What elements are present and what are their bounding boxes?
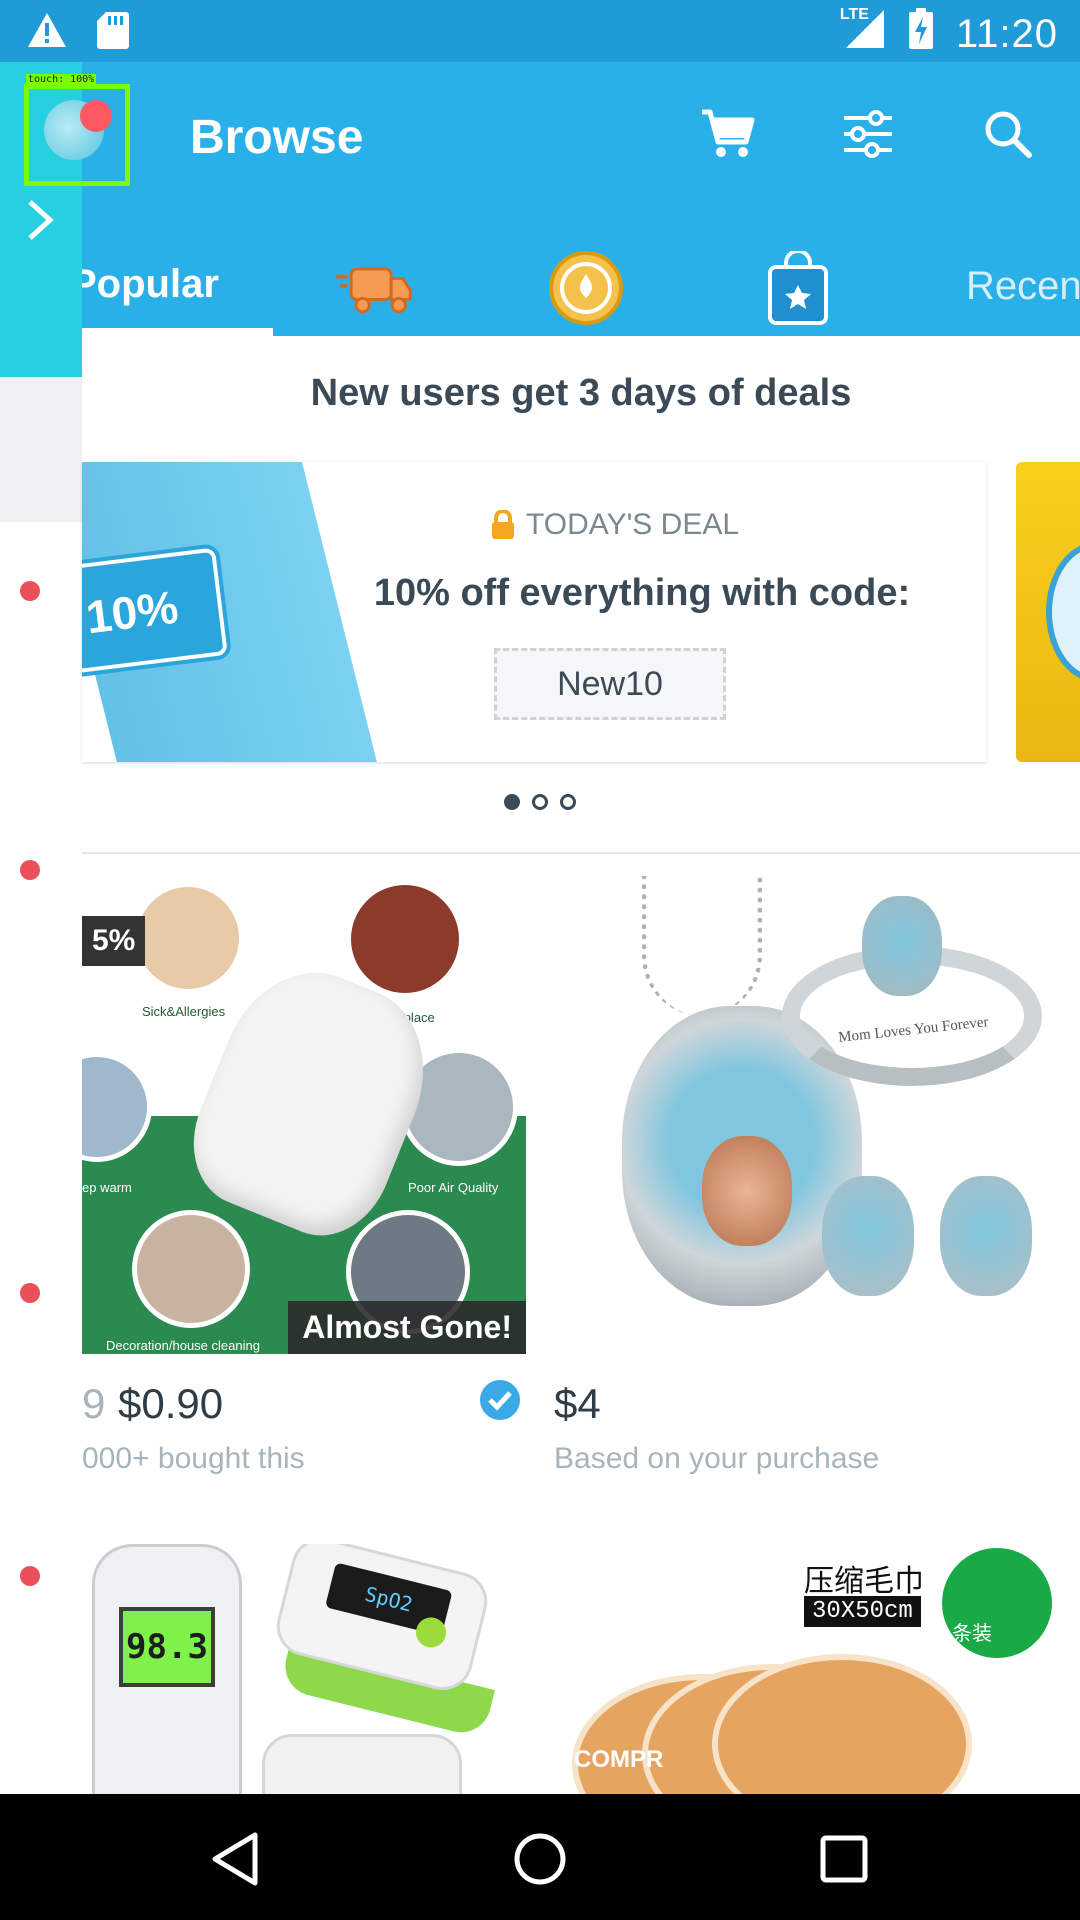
fast-shipping-icon [335, 267, 412, 314]
towel-badge-text: 条装 [952, 1623, 992, 1645]
carousel-dot[interactable] [532, 794, 548, 810]
next-banner-card[interactable] [1016, 462, 1080, 762]
category-tabs: Popular Recen [0, 240, 1080, 336]
tab-popular[interactable]: Popular [70, 262, 219, 307]
earring-right [940, 1176, 1032, 1296]
product-subtitle: Based on your purchase [554, 1442, 880, 1475]
oximeter-second [262, 1734, 462, 1794]
touch-highlight [24, 84, 130, 186]
necklace-chain [642, 876, 762, 1016]
indicator-dot [20, 860, 40, 880]
divider [82, 852, 1080, 854]
thermometer-image: 98.3 [92, 1544, 242, 1794]
discount-badge: 5% [82, 916, 146, 966]
lock-icon [492, 510, 514, 539]
side-panel-lower [0, 377, 82, 522]
photo-workplace [346, 880, 464, 998]
tab-fast-shipping[interactable] [334, 252, 414, 324]
deal-text: 10% off everything with code: [373, 572, 911, 614]
navigation-bar [0, 1794, 1080, 1920]
signal-icon: LTE [839, 6, 886, 60]
deal-label-text: TODAY'S DEAL [526, 508, 740, 541]
old-price: 9 [82, 1380, 106, 1427]
product-subtitle: 000+ bought this [82, 1442, 305, 1475]
product-card-thermometer[interactable]: 98.3 SpO2 [82, 1544, 526, 1794]
towel-badge: 条装 [942, 1548, 1052, 1658]
towel-title: 压缩毛巾 [804, 1565, 924, 1598]
carousel-dot[interactable] [560, 794, 576, 810]
page-title: Browse [190, 111, 364, 164]
deal-label: TODAY'S DEAL [490, 508, 739, 542]
banner-graphic [1046, 542, 1080, 682]
thermometer-reading: 98.3 [119, 1607, 215, 1687]
product-price: $4 [554, 1380, 601, 1427]
indicator-dot [20, 1283, 40, 1303]
sd-card-icon [96, 10, 130, 55]
product-price: $0.90 [118, 1380, 224, 1427]
towel-size: 30X50cm [804, 1596, 921, 1627]
deal-banner[interactable]: 10% TODAY'S DEAL 10% off everything with… [82, 462, 986, 762]
image-label: Sick&Allergies [142, 1004, 226, 1019]
indicator-dot [20, 581, 40, 601]
touch-label: touch: 100% [26, 74, 97, 85]
image-label: Poor Air Quality [408, 1180, 499, 1195]
verified-icon [480, 1380, 520, 1420]
recents-button[interactable] [809, 1824, 879, 1894]
home-icon [514, 1833, 566, 1885]
indicator-dot [20, 1566, 40, 1586]
back-icon [212, 1832, 258, 1886]
image-label: Decoration/house cleaning [106, 1338, 260, 1353]
tab-coins[interactable] [546, 251, 626, 325]
ring-turtle [862, 896, 942, 996]
carousel-dot-active[interactable] [504, 794, 520, 810]
towel-brand: COMPR [574, 1746, 664, 1773]
carousel-indicator [504, 794, 576, 810]
cart-button[interactable] [696, 102, 760, 166]
image-label: ep warm [82, 1180, 132, 1195]
home-button[interactable] [505, 1824, 575, 1894]
filter-icon [844, 110, 892, 158]
product-card-mask[interactable]: Sick&Allergies Work place ep warm Poor A… [82, 876, 526, 1354]
back-button[interactable] [200, 1824, 270, 1894]
product-card-towels[interactable]: COMPR 压缩毛巾 30X50cm 条装 [552, 1544, 1056, 1794]
search-icon [985, 111, 1032, 158]
almost-gone-label: Almost Gone! [288, 1301, 526, 1354]
promo-code[interactable]: New10 [494, 648, 726, 720]
promo-headline: New users get 3 days of deals [310, 372, 852, 414]
search-button[interactable] [976, 102, 1040, 166]
tab-recent[interactable]: Recen [966, 264, 1080, 309]
warning-icon [26, 11, 68, 54]
cart-icon [702, 109, 755, 157]
chevron-right-icon[interactable] [22, 196, 58, 244]
photo-sick [132, 882, 244, 994]
app-bar: Browse Popular Recen [0, 62, 1080, 336]
status-bar: LTE 11:20 [0, 0, 1080, 62]
clock: 11:20 [955, 11, 1058, 56]
coin-icon [549, 251, 623, 325]
toolbar-actions [696, 102, 1040, 166]
discount-ticket: 10% [82, 542, 233, 682]
filter-button[interactable] [836, 102, 900, 166]
earring-left [822, 1176, 914, 1296]
tab-bag[interactable] [758, 251, 838, 325]
active-tab-indicator [70, 328, 273, 336]
network-type: LTE [839, 6, 869, 23]
product-card-jewelry[interactable]: Mom Loves You Forever [552, 876, 1056, 1354]
battery-charging-icon [908, 8, 934, 60]
recents-icon [820, 1835, 868, 1883]
shopping-bag-icon [768, 251, 828, 325]
photo-cleaning [132, 1210, 250, 1328]
pendant-center [702, 1136, 792, 1246]
